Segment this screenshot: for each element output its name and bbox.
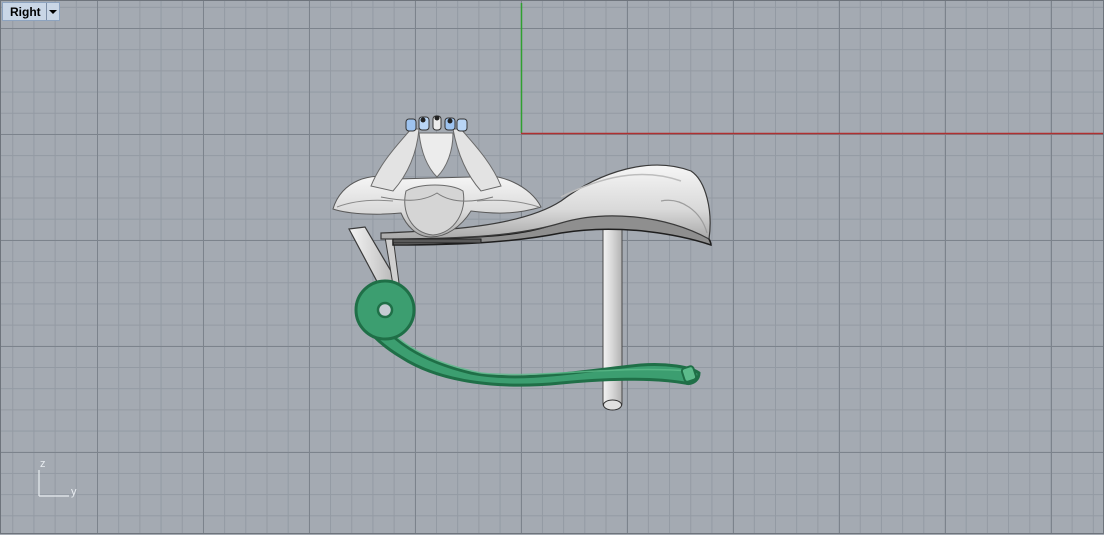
selected-lever[interactable] (354, 279, 701, 387)
viewport-title[interactable]: Right (3, 3, 46, 20)
viewport-scene[interactable] (1, 1, 1104, 535)
dropdown-arrow-icon (48, 9, 57, 14)
top-knobs (405, 115, 468, 132)
right-viewport[interactable]: Right z y (0, 0, 1104, 534)
viewport-menu-dropdown[interactable] (45, 3, 59, 20)
support-post[interactable] (602, 226, 623, 411)
axis-label-y: y (71, 486, 77, 498)
axis-widget: z y (31, 453, 91, 503)
viewport-title-tab[interactable]: Right (2, 2, 60, 21)
axis-label-z: z (40, 458, 46, 470)
